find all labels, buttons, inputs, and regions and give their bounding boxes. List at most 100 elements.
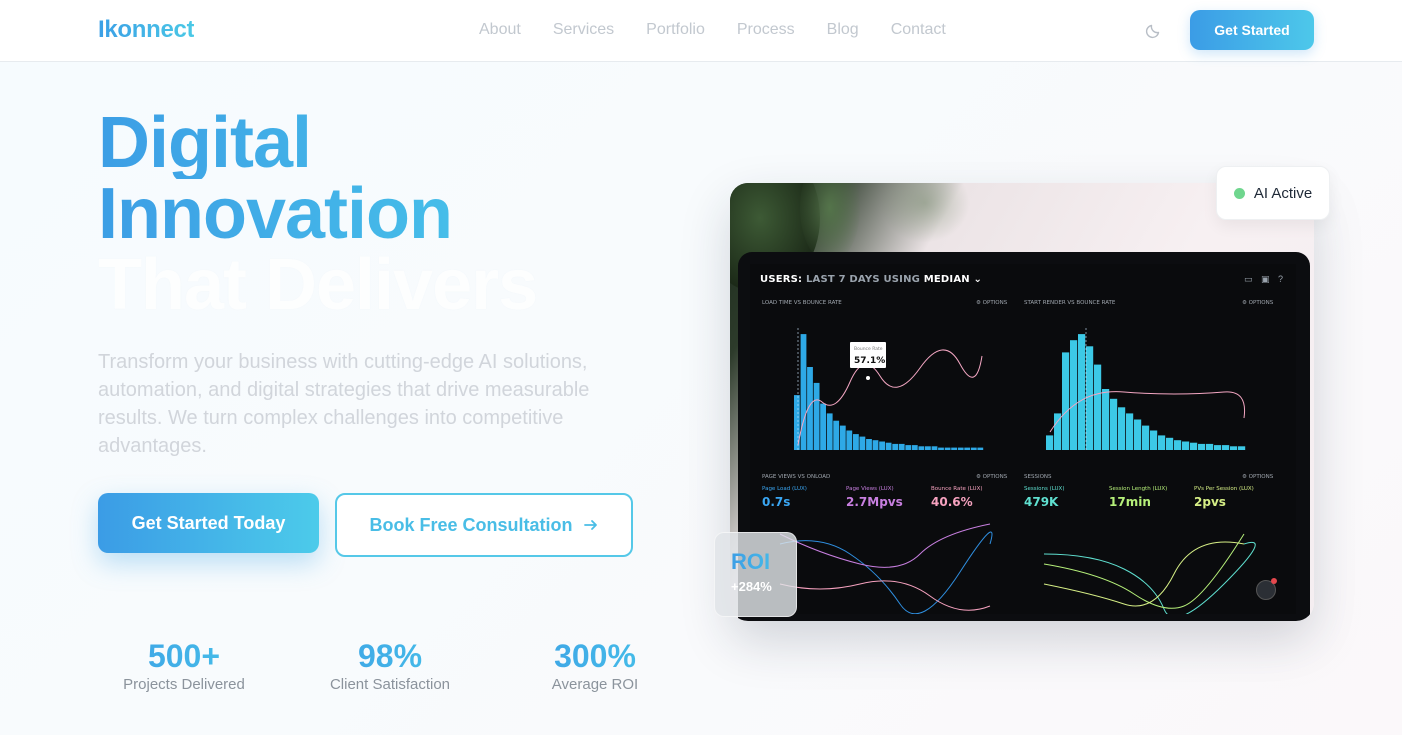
histogram-bar xyxy=(951,447,957,450)
metric-sessions: Sessions (LUX) 479K xyxy=(1024,486,1064,509)
histogram-bar xyxy=(826,413,833,450)
histogram-bar xyxy=(866,439,872,450)
laptop: USERS: LAST 7 DAYS USING MEDIAN ⌄ ▭ ▣ ? … xyxy=(738,252,1310,621)
histogram-bar xyxy=(977,447,984,450)
histogram-bar xyxy=(1190,442,1198,450)
stat-satisfaction: 98% Client Satisfaction xyxy=(300,638,480,693)
brand-logo[interactable]: Ikonnect xyxy=(98,16,195,44)
histogram-bar xyxy=(1086,346,1094,450)
stat-label: Projects Delivered xyxy=(123,676,245,693)
histogram-bar xyxy=(853,434,859,450)
histogram-bar xyxy=(879,441,885,450)
histogram-bar xyxy=(918,446,925,450)
nav-link-contact[interactable]: Contact xyxy=(891,21,946,39)
hero-description: Transform your business with cutting-edg… xyxy=(98,351,590,457)
moon-icon[interactable] xyxy=(1144,20,1164,40)
metric-value: 0.7s xyxy=(762,495,791,509)
histogram-bar xyxy=(1070,340,1078,450)
panel-title: SESSIONS xyxy=(1024,474,1052,480)
panel-options: ⚙ OPTIONS xyxy=(976,300,1008,306)
histogram-bar xyxy=(1182,441,1190,450)
dashboard-title-using: USING xyxy=(883,274,921,285)
histogram-bar xyxy=(944,447,951,450)
series-line xyxy=(779,580,991,611)
panel-options: ⚙ OPTIONS xyxy=(1242,474,1274,480)
dashboard-title-median: MEDIAN xyxy=(923,274,970,285)
histogram-bar xyxy=(885,442,892,450)
load-time-chart: Bounce Rate 57.1% xyxy=(794,328,984,450)
bar-series xyxy=(1046,334,1246,450)
panel-options: ⚙ OPTIONS xyxy=(1242,300,1274,306)
stat-projects: 500+ Projects Delivered xyxy=(94,638,274,693)
hero-title-line-3: That Delivers xyxy=(98,245,538,325)
histogram-bar xyxy=(1094,364,1102,450)
nav-link-portfolio[interactable]: Portfolio xyxy=(646,21,705,39)
hero-title-line-1: Digital xyxy=(98,107,537,179)
roi-card: ROI +284% xyxy=(714,532,797,617)
chat-widget-icon[interactable] xyxy=(1256,578,1277,600)
get-started-today-button[interactable]: Get Started Today xyxy=(98,493,319,553)
nav-link-process[interactable]: Process xyxy=(737,21,795,39)
series-line xyxy=(1043,533,1245,609)
roi-value: +284% xyxy=(731,579,772,594)
start-render-chart xyxy=(1046,328,1246,450)
histogram-bar xyxy=(1214,445,1222,450)
metric-label: PVs Per Session (LUX) xyxy=(1194,486,1254,492)
histogram-bar xyxy=(938,447,944,450)
status-dot-icon xyxy=(1233,187,1245,199)
dashboard-title-range: LAST 7 DAYS xyxy=(805,274,880,285)
book-consultation-button[interactable]: Book Free Consultation xyxy=(335,493,633,557)
arrow-right-icon xyxy=(583,520,597,530)
histogram-bar xyxy=(1166,437,1174,450)
panel-title: PAGE VIEWS VS ONLOAD xyxy=(762,474,831,480)
metric-page-views: Page Views (LUX) 2.7Mpvs xyxy=(846,486,903,509)
metric-value: 17min xyxy=(1109,495,1151,509)
histogram-bar xyxy=(820,403,826,450)
plant-leaf xyxy=(880,183,970,243)
nav-link-about[interactable]: About xyxy=(479,21,521,39)
histogram-bar xyxy=(1078,334,1086,450)
stat-label: Client Satisfaction xyxy=(329,676,451,693)
nav-link-services[interactable]: Services xyxy=(553,21,614,39)
nav-link-blog[interactable]: Blog xyxy=(827,21,859,39)
dashboard-toolbar-icons: ▭ ▣ ? xyxy=(1243,274,1286,284)
page-views-chart xyxy=(779,523,993,614)
histogram-bar xyxy=(872,440,879,450)
metric-session-length: Session Length (LUX) 17min xyxy=(1109,486,1167,509)
histogram-bar xyxy=(1198,443,1206,450)
histogram-bar xyxy=(957,447,964,450)
series-line xyxy=(779,523,991,568)
series-line xyxy=(779,531,993,614)
sessions-chart xyxy=(1043,533,1256,614)
panel-options: ⚙ OPTIONS xyxy=(976,474,1008,480)
histogram-bar xyxy=(911,445,918,450)
histogram-bar xyxy=(931,446,938,450)
histogram-bar xyxy=(1142,425,1150,450)
histogram-bar xyxy=(1102,389,1110,450)
get-started-nav-button[interactable]: Get Started xyxy=(1190,10,1314,50)
nav-links: About Services Portfolio Process Blog Co… xyxy=(479,21,946,39)
tooltip-label: Bounce Rate xyxy=(854,346,883,352)
tooltip-value: 57.1% xyxy=(854,356,885,366)
tooltip-point xyxy=(866,376,870,380)
histogram-bar xyxy=(839,425,846,450)
histogram-bar xyxy=(1062,352,1070,450)
histogram-bar xyxy=(1158,435,1166,450)
histogram-bar xyxy=(1222,445,1230,450)
top-navbar: Ikonnect About Services Portfolio Proces… xyxy=(0,0,1402,62)
histogram-bar xyxy=(846,430,853,450)
metric-bounce-rate: Bounce Rate (LUX) 40.6% xyxy=(931,486,983,509)
histogram-bar xyxy=(925,446,931,450)
histogram-bar xyxy=(1150,430,1158,450)
bar-series xyxy=(794,334,984,450)
metric-label: Session Length (LUX) xyxy=(1109,486,1168,492)
histogram-bar xyxy=(1046,435,1054,450)
metric-label: Sessions (LUX) xyxy=(1024,486,1065,492)
ai-status-text: AI Active xyxy=(1253,184,1313,202)
histogram-bar xyxy=(800,334,807,450)
metric-value: 479K xyxy=(1024,495,1059,509)
histogram-bar xyxy=(898,443,905,450)
analytics-screen: USERS: LAST 7 DAYS USING MEDIAN ⌄ ▭ ▣ ? … xyxy=(750,264,1296,614)
dashboard-title: USERS: LAST 7 DAYS USING MEDIAN ⌄ xyxy=(760,274,983,285)
hero-title: Digital Innovation That Delivers xyxy=(98,107,538,325)
